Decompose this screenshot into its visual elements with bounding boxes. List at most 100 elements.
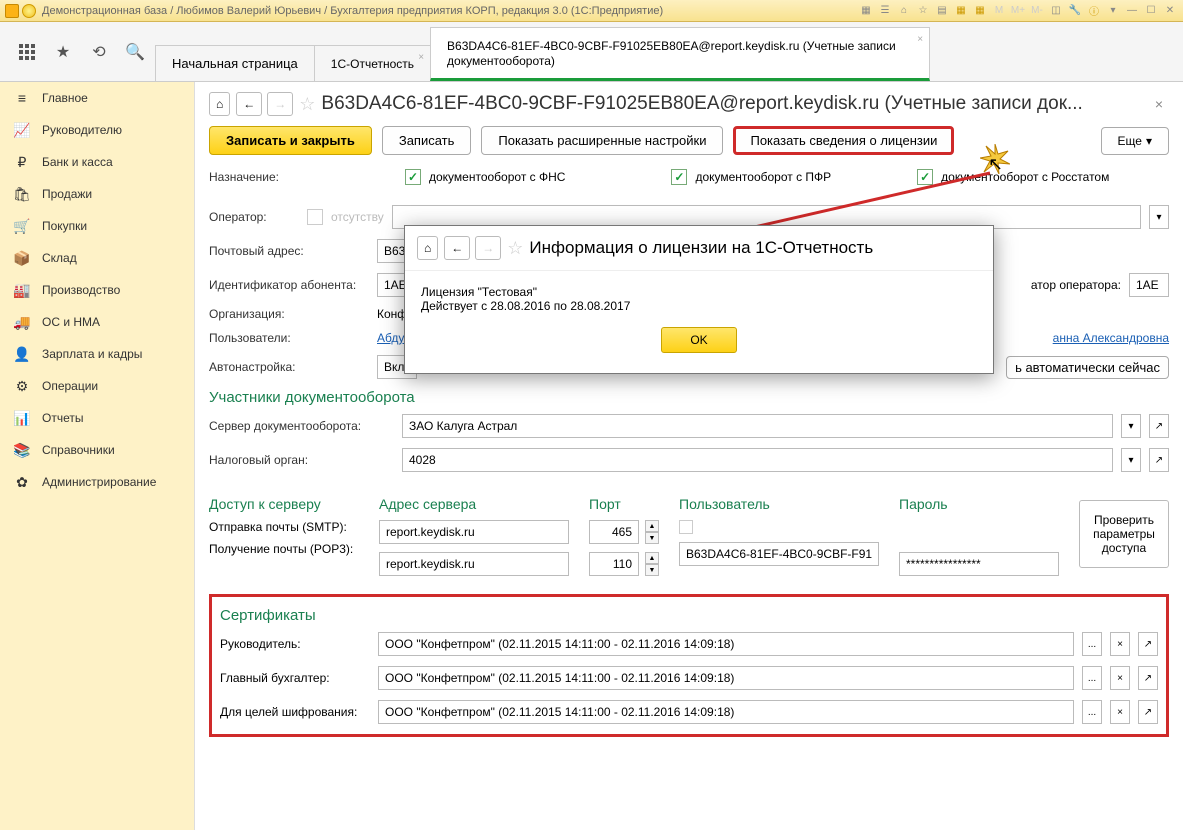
forward-button[interactable]: → [267, 92, 293, 116]
pop3-addr-input[interactable] [379, 552, 569, 576]
pop3-user-input[interactable] [679, 542, 879, 566]
sidebar-item-10[interactable]: 📊Отчеты [0, 402, 194, 434]
history-icon[interactable]: ⟲ [90, 43, 108, 61]
tb-calc-icon[interactable]: ▦ [953, 4, 969, 18]
more-button[interactable]: Еще▾ [1101, 127, 1169, 155]
pop3-pass-input[interactable] [899, 552, 1059, 576]
user-link[interactable]: Абду [377, 331, 404, 345]
tab-close-icon[interactable]: × [418, 52, 424, 63]
open-button[interactable]: ↗ [1149, 448, 1169, 472]
search-icon[interactable]: 🔍 [126, 43, 144, 61]
sidebar-item-5[interactable]: 📦Склад [0, 242, 194, 274]
open-button[interactable]: ↗ [1138, 666, 1158, 690]
tb-m-icon[interactable]: M [991, 4, 1007, 18]
cert-cipher-input[interactable] [378, 700, 1074, 724]
sidebar-item-6[interactable]: 🏭Производство [0, 274, 194, 306]
open-button[interactable]: ↗ [1138, 632, 1158, 656]
tab-home[interactable]: Начальная страница [155, 45, 315, 81]
smtp-user-checkbox[interactable] [679, 520, 693, 534]
fns-label: документооборот с ФНС [429, 170, 565, 184]
browse-button[interactable]: ... [1082, 700, 1102, 724]
modal-home-button[interactable]: ⌂ [417, 236, 438, 260]
checkbox-pfr[interactable]: ✓ [671, 169, 687, 185]
favorite-icon[interactable]: ☆ [299, 94, 315, 115]
browse-button[interactable]: ... [1082, 632, 1102, 656]
tb-m-icon[interactable]: M- [1029, 4, 1045, 18]
browse-button[interactable]: ... [1082, 666, 1102, 690]
tb-m-icon[interactable]: M+ [1010, 4, 1026, 18]
dropdown-button[interactable]: ▾ [1121, 414, 1141, 438]
tax-label: Налоговый орган: [209, 453, 394, 467]
sidebar-label: Продажи [42, 187, 92, 201]
cert-head-label: Руководитель: [220, 637, 370, 651]
spinner-down[interactable]: ▼ [645, 564, 659, 576]
license-button[interactable]: Показать сведения о лицензии [733, 126, 954, 155]
sidebar-item-11[interactable]: 📚Справочники [0, 434, 194, 466]
sidebar-item-8[interactable]: 👤Зарплата и кадры [0, 338, 194, 370]
close-icon[interactable]: ✕ [1162, 4, 1178, 18]
checkbox-rosstat[interactable]: ✓ [917, 169, 933, 185]
server-doc-input[interactable] [402, 414, 1113, 438]
back-button[interactable]: ← [236, 92, 262, 116]
ok-button[interactable]: OK [661, 327, 736, 353]
smtp-port-input[interactable] [589, 520, 639, 544]
pop3-port-input[interactable] [589, 552, 639, 576]
clear-button[interactable]: × [1110, 666, 1130, 690]
sidebar-item-9[interactable]: ⚙Операции [0, 370, 194, 402]
sidebar-item-2[interactable]: ₽Банк и касса [0, 146, 194, 178]
clear-button[interactable]: × [1110, 700, 1130, 724]
tb-info-icon[interactable]: ⓘ [1086, 4, 1102, 18]
cert-cipher-label: Для целей шифрования: [220, 705, 370, 719]
save-close-button[interactable]: Записать и закрыть [209, 126, 372, 155]
tb-icon[interactable]: ☰ [877, 4, 893, 18]
smtp-addr-input[interactable] [379, 520, 569, 544]
tb-calendar-icon[interactable]: ▦ [972, 4, 988, 18]
spinner-up[interactable]: ▲ [645, 520, 659, 532]
home-button[interactable]: ⌂ [209, 92, 230, 116]
tb-icon[interactable]: ⌂ [896, 4, 912, 18]
tab-close-icon[interactable]: × [917, 34, 923, 45]
spinner-down[interactable]: ▼ [645, 532, 659, 544]
open-button[interactable]: ↗ [1138, 700, 1158, 724]
apps-icon[interactable] [18, 43, 36, 61]
star-icon[interactable]: ★ [54, 43, 72, 61]
sidebar-item-3[interactable]: 🛍Продажи [0, 178, 194, 210]
cert-acc-input[interactable] [378, 666, 1074, 690]
sidebar-item-1[interactable]: 📈Руководителю [0, 114, 194, 146]
tab-report[interactable]: 1С-Отчетность× [314, 45, 431, 81]
maximize-icon[interactable]: ☐ [1143, 4, 1159, 18]
modal-forward-button[interactable]: → [475, 236, 501, 260]
tab-current[interactable]: B63DA4C6-81EF-4BC0-9CBF-F91025EB80EA@rep… [430, 27, 930, 81]
checkbox-fns[interactable]: ✓ [405, 169, 421, 185]
sidebar-label: Отчеты [42, 411, 83, 425]
tb-star-icon[interactable]: ☆ [915, 4, 931, 18]
modal-star-icon[interactable]: ☆ [507, 238, 523, 259]
user-link2[interactable]: анна Александровна [1053, 331, 1169, 345]
tb-dropdown-icon[interactable]: ▾ [1105, 4, 1121, 18]
sidebar-item-12[interactable]: ✿Администрирование [0, 466, 194, 498]
modal-back-button[interactable]: ← [444, 236, 470, 260]
dropdown-icon[interactable] [22, 4, 36, 18]
op-id-input[interactable] [1129, 273, 1169, 297]
tax-input[interactable] [402, 448, 1113, 472]
tb-panel-icon[interactable]: ◫ [1048, 4, 1064, 18]
sidebar-item-7[interactable]: 🚚ОС и НМА [0, 306, 194, 338]
dropdown-button[interactable]: ▾ [1149, 205, 1169, 229]
cert-head-input[interactable] [378, 632, 1074, 656]
save-button[interactable]: Записать [382, 126, 472, 155]
tb-tool-icon[interactable]: 🔧 [1067, 4, 1083, 18]
advanced-button[interactable]: Показать расширенные настройки [481, 126, 723, 155]
open-button[interactable]: ↗ [1149, 414, 1169, 438]
auto-now-button[interactable]: ь автоматически сейчас [1006, 356, 1169, 379]
sidebar-item-0[interactable]: ≡Главное [0, 82, 194, 114]
close-page-icon[interactable]: × [1149, 96, 1169, 112]
clear-button[interactable]: × [1110, 632, 1130, 656]
sidebar-item-4[interactable]: 🛒Покупки [0, 210, 194, 242]
check-access-button[interactable]: Проверить параметры доступа [1079, 500, 1169, 568]
tb-icon[interactable]: ▦ [858, 4, 874, 18]
spinner-up[interactable]: ▲ [645, 552, 659, 564]
tb-icon[interactable]: ▤ [934, 4, 950, 18]
operator-checkbox[interactable]: ✓ [307, 209, 323, 225]
minimize-icon[interactable]: — [1124, 4, 1140, 18]
dropdown-button[interactable]: ▾ [1121, 448, 1141, 472]
